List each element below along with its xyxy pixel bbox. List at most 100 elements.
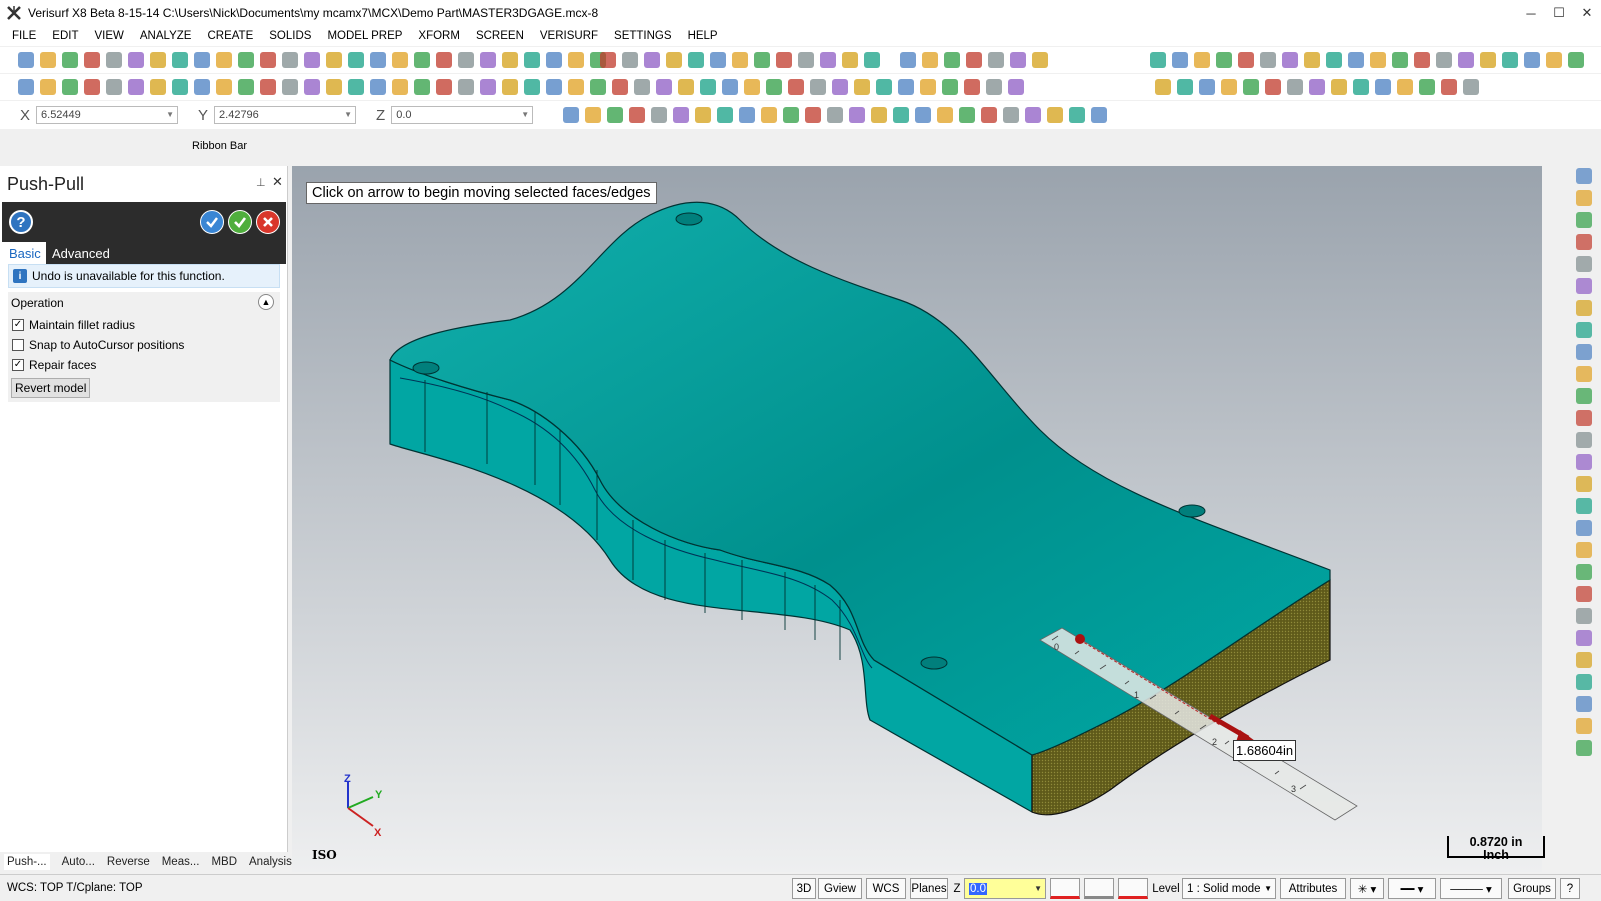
menu-edit[interactable]: EDIT (52, 30, 78, 42)
toolbar2-tool-icon[interactable] (546, 79, 562, 95)
toolbar1-tool-icon[interactable] (922, 52, 938, 68)
right-tool-icon[interactable] (1576, 608, 1592, 624)
menu-file[interactable]: FILE (12, 30, 36, 42)
toolbar1-tool-icon[interactable] (820, 52, 836, 68)
toolbar2-tool-icon[interactable] (678, 79, 694, 95)
option-snap-autocursor[interactable]: Snap to AutoCursor positions (12, 338, 184, 352)
toolbar2-tool-icon[interactable] (1221, 79, 1237, 95)
tab-advanced[interactable]: Advanced (52, 246, 110, 261)
right-tool-icon[interactable] (1576, 498, 1592, 514)
solid-color-button[interactable] (1118, 878, 1148, 899)
right-tool-icon[interactable] (1576, 718, 1592, 734)
autocursor-tool-icon[interactable] (893, 107, 910, 123)
model-canvas[interactable]: 0 1 2 3 Z Y X (292, 166, 1542, 872)
autocursor-tool-icon[interactable] (1069, 107, 1086, 123)
toolbar1-tool-icon[interactable] (1458, 52, 1474, 68)
toolbar2-tool-icon[interactable] (106, 79, 122, 95)
toolbar1-tool-icon[interactable] (1032, 52, 1048, 68)
checkbox-unchecked[interactable] (12, 339, 24, 351)
autocursor-tool-icon[interactable] (607, 107, 624, 123)
toolbar1-tool-icon[interactable] (842, 52, 858, 68)
toolbar1-tool-icon[interactable] (238, 52, 254, 68)
planes-button[interactable]: Planes (910, 878, 948, 899)
toolbar2-tool-icon[interactable] (1441, 79, 1457, 95)
toolbar2-tool-icon[interactable] (810, 79, 826, 95)
autocursor-tool-icon[interactable] (827, 107, 844, 123)
autocursor-tool-icon[interactable] (761, 107, 778, 123)
autocursor-tool-icon[interactable] (1025, 107, 1042, 123)
toolbar2-tool-icon[interactable] (634, 79, 650, 95)
autocursor-tool-icon[interactable] (849, 107, 866, 123)
level-select[interactable]: 1 : Solid mode ▼ (1182, 878, 1276, 899)
toolbar2-tool-icon[interactable] (326, 79, 342, 95)
panel-close-button[interactable]: ✕ (272, 174, 283, 190)
toolbar1-tool-icon[interactable] (260, 52, 276, 68)
help-status-button[interactable]: ? (1560, 878, 1580, 899)
autocursor-tool-icon[interactable] (937, 107, 954, 123)
collapse-icon[interactable]: ▲ (258, 294, 274, 310)
tab-push-pull[interactable]: Push-... (4, 854, 50, 870)
toolbar1-tool-icon[interactable] (480, 52, 496, 68)
toolbar2-tool-icon[interactable] (1463, 79, 1479, 95)
wcs-button[interactable]: WCS (866, 878, 906, 899)
toolbar1-tool-icon[interactable] (864, 52, 880, 68)
autocursor-tool-icon[interactable] (651, 107, 668, 123)
ok-button[interactable] (228, 210, 252, 234)
toolbar1-tool-icon[interactable] (600, 52, 616, 68)
right-tool-icon[interactable] (1576, 168, 1592, 184)
toolbar2-tool-icon[interactable] (392, 79, 408, 95)
surface-color-button[interactable] (1084, 878, 1114, 899)
right-tool-icon[interactable] (1576, 476, 1592, 492)
toolbar2-tool-icon[interactable] (194, 79, 210, 95)
tab-basic[interactable]: Basic (2, 242, 46, 264)
toolbar1-tool-icon[interactable] (436, 52, 452, 68)
toolbar2-tool-icon[interactable] (128, 79, 144, 95)
toolbar1-tool-icon[interactable] (84, 52, 100, 68)
toolbar1-tool-icon[interactable] (128, 52, 144, 68)
right-tool-icon[interactable] (1576, 674, 1592, 690)
level-label[interactable]: Level (1150, 878, 1182, 899)
toolbar2-tool-icon[interactable] (282, 79, 298, 95)
menu-analyze[interactable]: ANALYZE (140, 30, 192, 42)
toolbar1-tool-icon[interactable] (1282, 52, 1298, 68)
toolbar2-tool-icon[interactable] (612, 79, 628, 95)
dimension-readout[interactable]: 1.68604in (1233, 740, 1297, 761)
toolbar2-tool-icon[interactable] (172, 79, 188, 95)
toolbar1-tool-icon[interactable] (524, 52, 540, 68)
toolbar2-tool-icon[interactable] (986, 79, 1002, 95)
toolbar1-tool-icon[interactable] (988, 52, 1004, 68)
toolbar1-tool-icon[interactable] (732, 52, 748, 68)
toolbar2-tool-icon[interactable] (62, 79, 78, 95)
right-tool-icon[interactable] (1576, 234, 1592, 250)
option-repair-faces[interactable]: ✓ Repair faces (12, 358, 96, 372)
toolbar2-tool-icon[interactable] (1397, 79, 1413, 95)
toolbar1-tool-icon[interactable] (106, 52, 122, 68)
autocursor-tool-icon[interactable] (783, 107, 800, 123)
toolbar2-tool-icon[interactable] (854, 79, 870, 95)
toolbar2-tool-icon[interactable] (1155, 79, 1171, 95)
toolbar2-tool-icon[interactable] (1265, 79, 1281, 95)
toolbar1-tool-icon[interactable] (216, 52, 232, 68)
right-tool-icon[interactable] (1576, 564, 1592, 580)
toolbar2-tool-icon[interactable] (458, 79, 474, 95)
toolbar2-tool-icon[interactable] (1199, 79, 1215, 95)
right-tool-icon[interactable] (1576, 278, 1592, 294)
toolbar1-tool-icon[interactable] (944, 52, 960, 68)
autocursor-tool-icon[interactable] (563, 107, 580, 123)
toolbar2-tool-icon[interactable] (304, 79, 320, 95)
autocursor-tool-icon[interactable] (981, 107, 998, 123)
toolbar1-tool-icon[interactable] (622, 52, 638, 68)
toolbar1-tool-icon[interactable] (710, 52, 726, 68)
x-coord-field[interactable]: 6.52449 ▼ (36, 106, 179, 124)
ok-and-create-button[interactable] (200, 210, 224, 234)
toolbar1-tool-icon[interactable] (1370, 52, 1386, 68)
point-style-select[interactable]: ✳ ▾ (1350, 878, 1384, 899)
toolbar2-tool-icon[interactable] (656, 79, 672, 95)
attributes-button[interactable]: Attributes (1280, 878, 1346, 899)
menu-view[interactable]: VIEW (95, 30, 124, 42)
toolbar2-tool-icon[interactable] (260, 79, 276, 95)
toolbar2-tool-icon[interactable] (876, 79, 892, 95)
toolbar2-tool-icon[interactable] (1008, 79, 1024, 95)
line-width-select[interactable]: ──── ▾ (1440, 878, 1502, 899)
color-button[interactable] (1050, 878, 1080, 899)
